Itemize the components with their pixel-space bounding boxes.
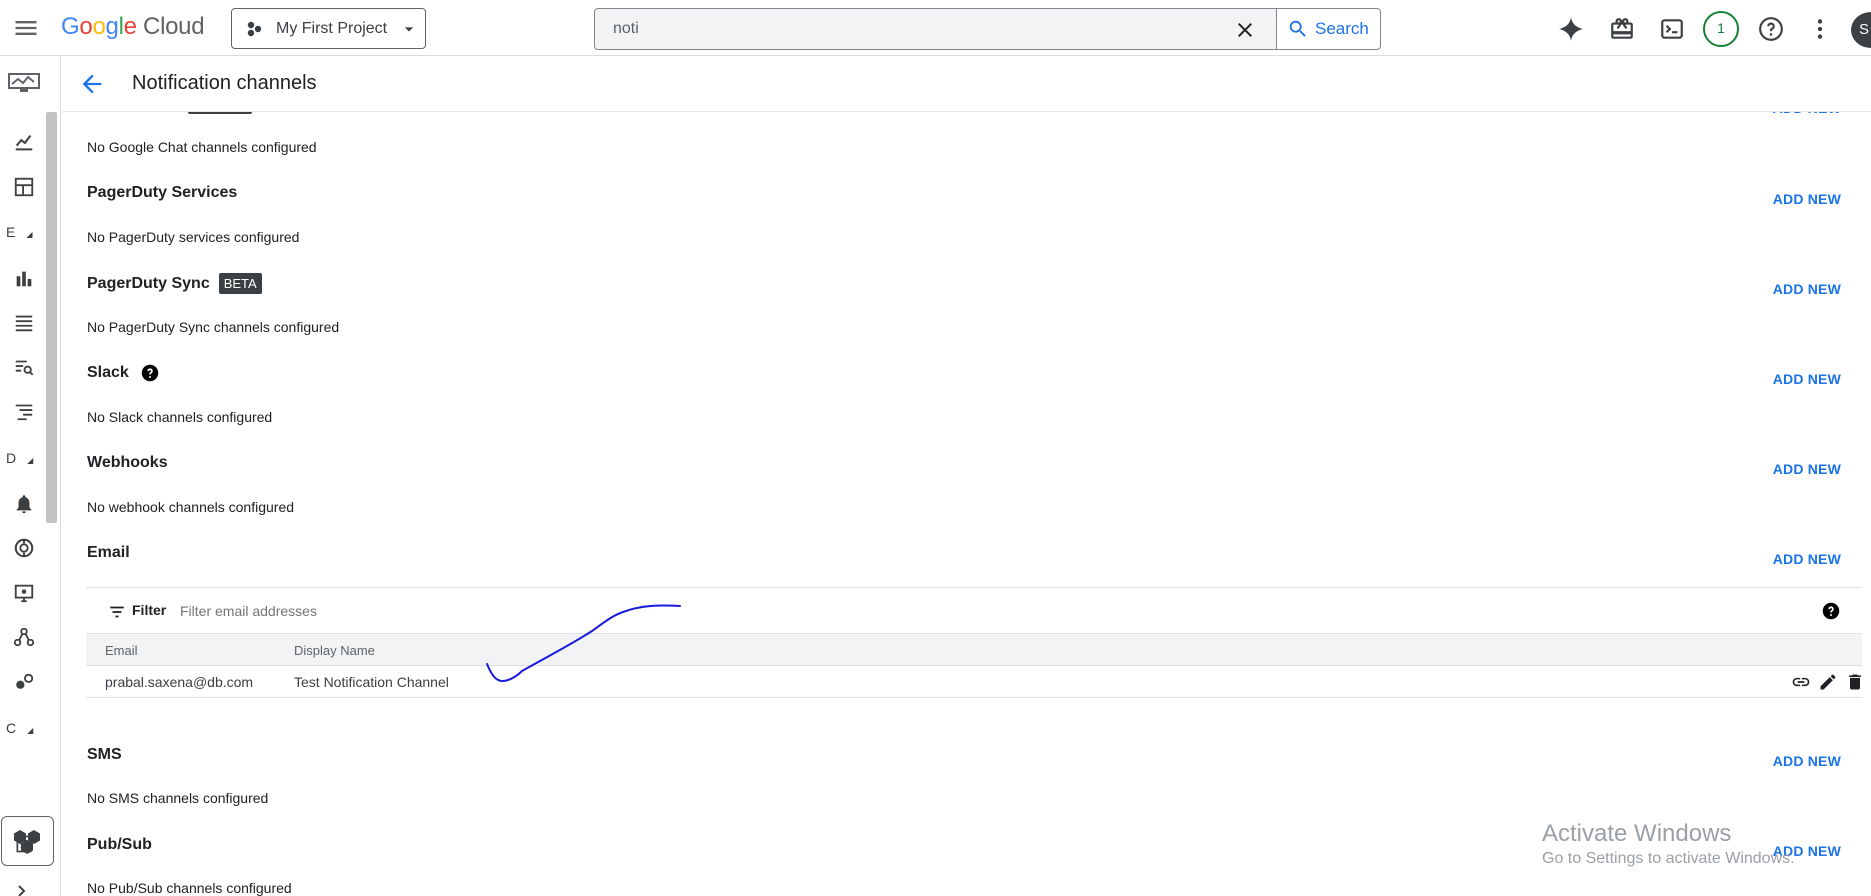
- metrics-explorer-icon[interactable]: [13, 131, 35, 153]
- pagerduty-services-empty-text: No PagerDuty services configured: [87, 229, 300, 245]
- help-icon[interactable]: [1758, 16, 1784, 42]
- top-bar: Google Cloud My First Project Search 1: [0, 0, 1871, 56]
- filter-email-input[interactable]: [180, 600, 880, 622]
- chevron-down-icon: [399, 19, 419, 39]
- google-chat-empty-text: No Google Chat channels configured: [87, 139, 317, 155]
- back-arrow-icon[interactable]: [78, 70, 106, 98]
- monitor-screen-icon[interactable]: [13, 582, 35, 604]
- google-chat-add-new-button[interactable]: ADD NEW: [1773, 112, 1841, 116]
- expand-rail-icon[interactable]: [16, 884, 38, 896]
- close-icon[interactable]: [1233, 18, 1257, 42]
- link-icon[interactable]: [1791, 672, 1811, 692]
- groups-icon[interactable]: [13, 671, 35, 693]
- row-display-name: Test Notification Channel: [294, 674, 449, 690]
- delete-trash-icon[interactable]: [1845, 672, 1865, 692]
- search-icon: [1287, 18, 1309, 40]
- beta-badge: BETA: [218, 273, 262, 294]
- watermark-title: Activate Windows: [1542, 820, 1732, 847]
- pagerduty-services-add-new-button[interactable]: ADD NEW: [1773, 191, 1841, 207]
- more-vert-icon[interactable]: [1807, 16, 1833, 42]
- trace-icon[interactable]: [13, 400, 35, 422]
- pagerduty-sync-empty-text: No PagerDuty Sync channels configured: [87, 319, 340, 335]
- page-title: Notification channels: [132, 72, 317, 94]
- help-circle-icon[interactable]: [1822, 602, 1842, 622]
- email-table-header: Email Display Name: [86, 633, 1862, 665]
- project-label: My First Project: [276, 19, 388, 37]
- channels-list: ADD NEW No Google Chat channels configur…: [62, 112, 1871, 896]
- page-header: Notification channels: [62, 56, 1871, 112]
- search-box: Search: [594, 8, 1381, 50]
- bar-chart-icon[interactable]: [13, 268, 35, 290]
- pagerduty-services-title: PagerDuty Services: [87, 184, 238, 201]
- slack-title: Slack: [87, 364, 159, 382]
- search-button[interactable]: Search: [1276, 9, 1380, 49]
- filter-label: Filter: [132, 602, 167, 618]
- logs-list-icon[interactable]: [13, 312, 35, 334]
- cloud-shell-terminal-icon[interactable]: [1659, 16, 1685, 42]
- rail-collapsed-group-e[interactable]: E ◢: [6, 224, 33, 240]
- logo-cloud-text: Cloud: [143, 13, 205, 40]
- activate-windows-watermark: Activate Windows Go to Settings to activ…: [1542, 820, 1795, 868]
- notifications-count-badge[interactable]: 1: [1703, 11, 1739, 47]
- rail-scrollbar[interactable]: [46, 112, 57, 523]
- rail-collapsed-group-c[interactable]: C ◢: [6, 720, 33, 736]
- slack-add-new-button[interactable]: ADD NEW: [1773, 371, 1841, 387]
- pubsub-empty-text: No Pub/Sub channels configured: [87, 880, 292, 896]
- table-row[interactable]: prabal.saxena@db.com Test Notification C…: [86, 665, 1862, 698]
- project-picker-button[interactable]: My First Project: [231, 8, 426, 49]
- alerting-bell-icon[interactable]: [13, 493, 35, 515]
- webhooks-empty-text: No webhook channels configured: [87, 499, 295, 515]
- log-search-icon[interactable]: [13, 356, 35, 378]
- dashboards-icon[interactable]: [13, 176, 35, 198]
- search-input[interactable]: [613, 17, 1193, 41]
- slack-empty-text: No Slack channels configured: [87, 409, 273, 425]
- email-filter-bar: Filter: [86, 587, 1862, 633]
- edit-pencil-icon[interactable]: [1818, 672, 1838, 692]
- rail-collapsed-group-d[interactable]: D ◢: [6, 450, 33, 466]
- filter-icon: [108, 603, 126, 621]
- sms-title: SMS: [87, 746, 122, 763]
- webhooks-add-new-button[interactable]: ADD NEW: [1773, 461, 1841, 477]
- google-cloud-logo[interactable]: Google Cloud: [61, 13, 205, 41]
- release-notes-icon[interactable]: [14, 834, 36, 856]
- watermark-subtitle: Go to Settings to activate Windows.: [1542, 850, 1795, 867]
- gift-icon[interactable]: [1609, 16, 1635, 42]
- service-graph-icon[interactable]: [13, 626, 35, 648]
- column-header-email[interactable]: Email: [105, 643, 138, 658]
- email-title: Email: [87, 544, 130, 561]
- help-circle-icon[interactable]: [141, 364, 159, 382]
- monitoring-product-icon[interactable]: [8, 72, 40, 94]
- avatar[interactable]: S: [1851, 12, 1871, 48]
- gemini-sparkle-icon[interactable]: [1558, 16, 1584, 42]
- pagerduty-sync-title: PagerDuty Sync BETA: [87, 273, 262, 294]
- project-icon: [246, 20, 264, 38]
- logo-g: G: [61, 13, 80, 40]
- webhooks-title: Webhooks: [87, 454, 168, 471]
- google-chat-beta-badge: [188, 112, 252, 114]
- row-email: prabal.saxena@db.com: [105, 674, 254, 690]
- email-add-new-button[interactable]: ADD NEW: [1773, 551, 1841, 567]
- main-menu-icon[interactable]: [12, 14, 40, 42]
- pubsub-title: Pub/Sub: [87, 836, 152, 853]
- uptime-check-icon[interactable]: [13, 537, 35, 559]
- search-button-label: Search: [1315, 19, 1369, 38]
- sms-add-new-button[interactable]: ADD NEW: [1773, 753, 1841, 769]
- column-header-display-name[interactable]: Display Name: [294, 643, 375, 658]
- sms-empty-text: No SMS channels configured: [87, 790, 269, 806]
- pagerduty-sync-add-new-button[interactable]: ADD NEW: [1773, 281, 1841, 297]
